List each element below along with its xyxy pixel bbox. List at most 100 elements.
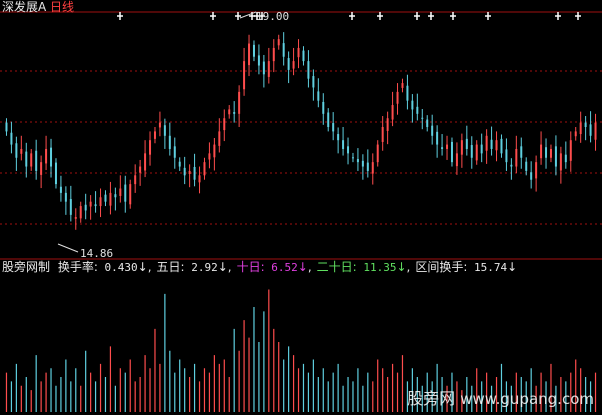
candle-body (262, 61, 265, 75)
candle-body (20, 148, 23, 154)
candle (228, 105, 231, 119)
candle-body (59, 186, 62, 193)
candle-body (376, 144, 379, 163)
down-arrow-icon: ↓ (217, 260, 228, 274)
candle-body (99, 197, 102, 207)
candle-body (144, 153, 147, 171)
chart-canvas (0, 11, 602, 412)
down-arrow-icon: ↓ (396, 260, 407, 274)
candle-body (277, 39, 280, 46)
signal-marker (377, 12, 383, 20)
candle-body (238, 91, 241, 114)
candle (262, 54, 265, 88)
candle-body (475, 144, 478, 161)
candle (376, 140, 379, 167)
candle-body (25, 151, 28, 167)
candle-body (233, 112, 236, 114)
candle (302, 46, 305, 66)
candle (500, 134, 503, 158)
candle (248, 34, 251, 77)
candle (594, 113, 597, 151)
indicator-item: 换手率: 0.430↓ (58, 260, 148, 274)
candle-body (391, 105, 394, 120)
candle (89, 195, 92, 220)
watermark-logo-text: 股旁网 (407, 389, 456, 408)
candle (292, 47, 295, 76)
candle-body (525, 161, 528, 171)
candle-body (302, 50, 305, 62)
candle-body (386, 118, 389, 131)
candle (356, 148, 359, 171)
candle (183, 156, 186, 185)
signal-marker (555, 12, 561, 20)
candle (589, 111, 592, 143)
candle (317, 78, 320, 108)
candle (129, 179, 132, 209)
indicator-value: 2.92 (184, 261, 218, 274)
candle (446, 135, 449, 160)
candle (312, 69, 315, 101)
candle (54, 158, 57, 189)
candle-body (450, 141, 453, 163)
candle (168, 122, 171, 156)
high-price-label: 19.00 (256, 10, 290, 23)
candle-body (163, 125, 166, 136)
candle (277, 34, 280, 50)
candle (495, 131, 498, 162)
candle (470, 136, 473, 169)
candle (149, 131, 152, 166)
candle-body (421, 117, 424, 119)
candle-body (594, 122, 597, 140)
candle-body (431, 125, 434, 136)
candle (332, 112, 335, 141)
candle (490, 126, 493, 156)
candle (455, 142, 458, 175)
candle (114, 187, 117, 211)
signal-marker (117, 12, 123, 20)
candle-body (460, 140, 463, 155)
candle (307, 50, 310, 88)
candle (381, 116, 384, 151)
chart-header: 深发展A 日线 (2, 0, 74, 14)
candle (64, 186, 67, 215)
watermark-domain: www.gupang.com (460, 390, 594, 408)
candle-body (40, 162, 43, 175)
candle (25, 142, 28, 178)
candle-body (317, 91, 320, 101)
candle-body (381, 127, 384, 142)
candle-body (455, 153, 458, 167)
candle (243, 47, 246, 96)
candle (79, 201, 82, 223)
signal-marker (349, 12, 355, 20)
candle-body (74, 217, 77, 219)
candle-body (30, 153, 33, 167)
candle (35, 139, 38, 180)
candle (69, 185, 72, 222)
signal-marker (235, 12, 241, 20)
candle-body (173, 146, 176, 158)
candle-body (312, 76, 315, 88)
candle (559, 146, 562, 184)
candle-body (69, 199, 72, 215)
candle-body (129, 184, 132, 205)
signal-marker (485, 12, 491, 20)
candle-body (297, 47, 300, 58)
candle (45, 135, 48, 171)
candle-body (218, 131, 221, 146)
candle-body (257, 55, 260, 66)
candle-body (109, 192, 112, 206)
candle-body (168, 135, 171, 149)
signal-marker (428, 12, 434, 20)
indicator-label: 区间换手: (415, 260, 468, 274)
candle-body (213, 144, 216, 158)
candle (431, 114, 434, 145)
candle-body (574, 131, 577, 137)
candle-body (282, 43, 285, 57)
candle-body (10, 132, 13, 145)
low-arrow (57, 243, 79, 253)
signal-marker (414, 12, 420, 20)
candle (193, 153, 196, 187)
candle (411, 94, 414, 123)
candle (252, 40, 255, 62)
candle-body (500, 138, 503, 154)
